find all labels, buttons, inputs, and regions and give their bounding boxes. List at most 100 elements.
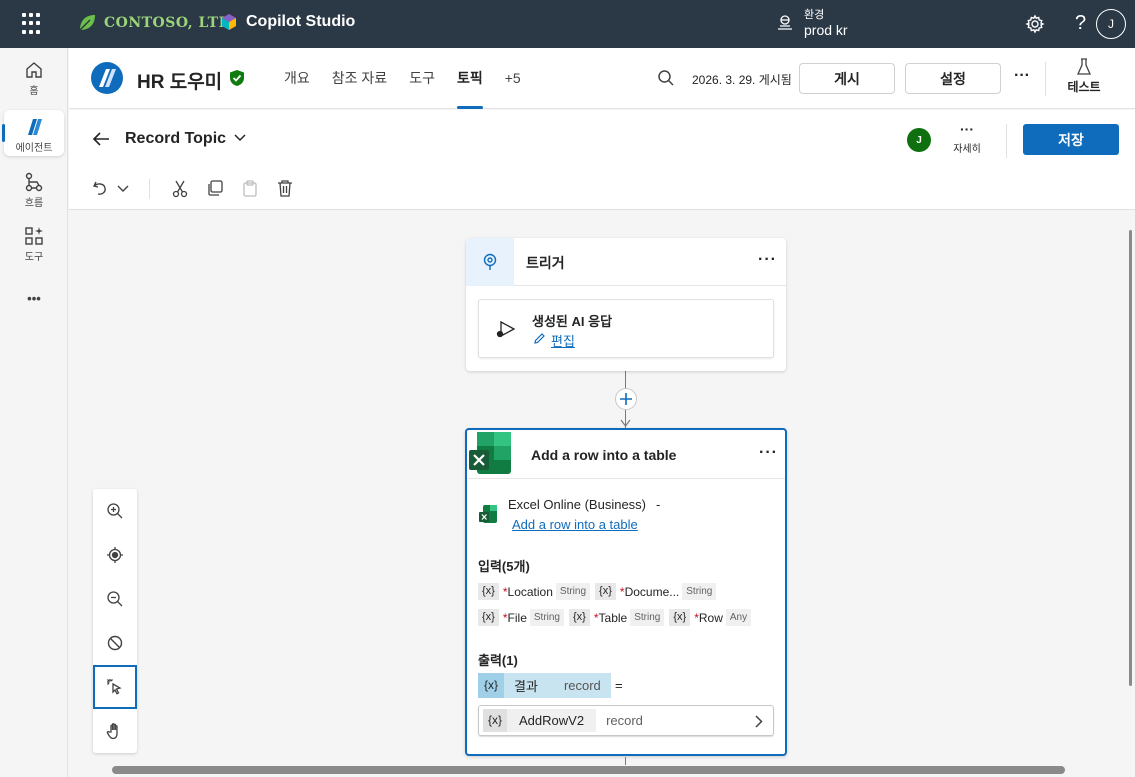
pan-mode-button[interactable]	[93, 709, 137, 753]
trigger-content-box[interactable]: 생성된 AI 응답 편집	[478, 299, 774, 358]
published-info: 2026. 3. 29. 게시됨	[692, 73, 792, 87]
input-pill-location[interactable]: {x} * Location String	[478, 583, 591, 600]
undo-dropdown-chevron-icon[interactable]	[117, 185, 129, 193]
search-icon[interactable]	[657, 69, 675, 87]
input-name: Table	[598, 610, 628, 625]
tools-icon	[25, 227, 43, 245]
home-icon	[26, 62, 42, 78]
action-more-button[interactable]: ···	[759, 444, 778, 462]
settings-gear-icon[interactable]	[1025, 14, 1045, 34]
add-node-button[interactable]	[615, 388, 637, 410]
flask-icon	[1076, 58, 1092, 75]
agent-tabs: 개요 참조 자료 도구 토픽 +5	[273, 48, 532, 109]
agent-more-button[interactable]: ···	[1014, 67, 1030, 85]
zoom-in-button[interactable]	[93, 489, 137, 533]
select-mode-button[interactable]	[93, 665, 137, 709]
copy-icon[interactable]	[207, 180, 223, 196]
company-name: CONTOSO, LTD.	[104, 15, 237, 31]
outputs-label: 출력(1)	[478, 653, 518, 668]
output-variable-type: record	[563, 678, 601, 693]
divider	[149, 179, 150, 199]
app-launcher-icon[interactable]	[22, 13, 44, 35]
generative-answer-icon	[496, 320, 516, 338]
horizontal-scrollbar[interactable]	[112, 766, 1065, 774]
nav-label-flows: 흐름	[24, 198, 44, 209]
recenter-button[interactable]	[93, 533, 137, 577]
action-link[interactable]: Add a row into a table	[512, 517, 638, 532]
cut-icon[interactable]	[172, 180, 188, 198]
delete-icon[interactable]	[277, 180, 293, 197]
chevron-right-icon[interactable]	[755, 715, 763, 728]
select-cursor-icon	[107, 679, 122, 695]
inputs-row-2: {x} * File String {x} * Table String {x}…	[478, 609, 756, 626]
variable-icon: {x}	[478, 673, 505, 698]
edit-link[interactable]: 편집	[551, 331, 575, 350]
nav-item-agents[interactable]: 에이전트	[4, 110, 64, 156]
variable-icon: {x}	[569, 609, 590, 626]
settings-button[interactable]: 설정	[905, 63, 1001, 94]
nav-item-home[interactable]: 홈	[4, 60, 64, 100]
zoom-out-button[interactable]	[93, 577, 137, 621]
trigger-more-button[interactable]: ···	[758, 251, 777, 269]
test-button[interactable]: 테스트	[1059, 58, 1109, 95]
excel-icon	[469, 432, 511, 474]
nav-item-flows[interactable]: 흐름	[4, 172, 64, 209]
edit-toolbar	[69, 169, 1135, 210]
topic-header: Record Topic J ··· 자세히 저장	[69, 110, 1135, 169]
inputs-row-1: {x} * Location String {x} * Docume... St…	[478, 583, 721, 600]
nav-selected-indicator	[2, 124, 5, 142]
divider	[1006, 124, 1007, 158]
undo-icon[interactable]	[92, 180, 108, 196]
output-value-name: AddRowV2	[519, 713, 585, 728]
details-button[interactable]: ··· 자세히	[947, 122, 987, 155]
action-node-header: Add a row into a table ···	[467, 430, 785, 479]
agent-logo-icon	[91, 62, 123, 94]
user-avatar[interactable]: J	[1096, 9, 1126, 39]
output-value-type: record	[596, 709, 653, 732]
top-bar: CONTOSO, LTD. Copilot Studio 환경 prod kr …	[0, 0, 1135, 48]
product-title[interactable]: Copilot Studio	[220, 13, 355, 31]
target-icon	[107, 547, 123, 563]
plus-icon	[620, 393, 632, 405]
vertical-scrollbar[interactable]	[1129, 230, 1132, 686]
back-arrow-icon[interactable]	[92, 131, 110, 147]
excel-small-icon	[479, 505, 497, 523]
tab-topics[interactable]: 토픽	[446, 48, 494, 109]
input-name: Location	[507, 584, 553, 599]
output-variable-pill[interactable]: {x} 결과 record	[478, 673, 611, 698]
prohibited-icon	[107, 635, 123, 651]
help-icon[interactable]: ?	[1075, 12, 1086, 35]
canvas-controls	[93, 489, 137, 753]
variable-icon: {x}	[595, 583, 616, 600]
minimap-toggle-button[interactable]	[93, 621, 137, 665]
input-pill-file[interactable]: {x} * File String	[478, 609, 564, 626]
tab-overview[interactable]: 개요	[273, 48, 321, 109]
input-pill-row[interactable]: {x} * Row Any	[669, 609, 752, 626]
nav-label-tools: 도구	[24, 252, 44, 263]
input-pill-document[interactable]: {x} * Docume... String	[595, 583, 717, 600]
environment-value: prod kr	[804, 22, 848, 38]
nav-more-button[interactable]: •••	[4, 291, 64, 306]
topic-title[interactable]: Record Topic	[125, 130, 226, 148]
tab-more[interactable]: +5	[494, 48, 532, 109]
leaf-logo-icon	[79, 15, 95, 31]
pencil-icon	[534, 333, 545, 344]
nav-item-tools[interactable]: 도구	[4, 226, 64, 263]
topic-user-avatar[interactable]: J	[907, 128, 931, 152]
variable-icon: {x}	[669, 609, 691, 626]
tab-tools[interactable]: 도구	[398, 48, 446, 109]
output-value-pill: {x} AddRowV2 record	[483, 709, 653, 732]
action-node[interactable]: Add a row into a table ··· Excel Online …	[465, 428, 787, 756]
tab-knowledge[interactable]: 참조 자료	[321, 48, 398, 109]
input-pill-table[interactable]: {x} * Table String	[569, 609, 665, 626]
input-name: File	[507, 610, 527, 625]
save-button[interactable]: 저장	[1023, 124, 1119, 155]
chevron-down-icon[interactable]	[234, 134, 246, 142]
trigger-node[interactable]: 트리거 ··· 생성된 AI 응답 편집	[466, 238, 786, 371]
inputs-label: 입력(5개)	[478, 559, 530, 574]
environment-picker[interactable]: 환경 prod kr	[776, 6, 848, 38]
output-value-box[interactable]: {x} AddRowV2 record	[478, 705, 774, 736]
nav-label-agents: 에이전트	[15, 143, 53, 154]
variable-icon: {x}	[478, 609, 499, 626]
publish-button[interactable]: 게시	[799, 63, 895, 94]
